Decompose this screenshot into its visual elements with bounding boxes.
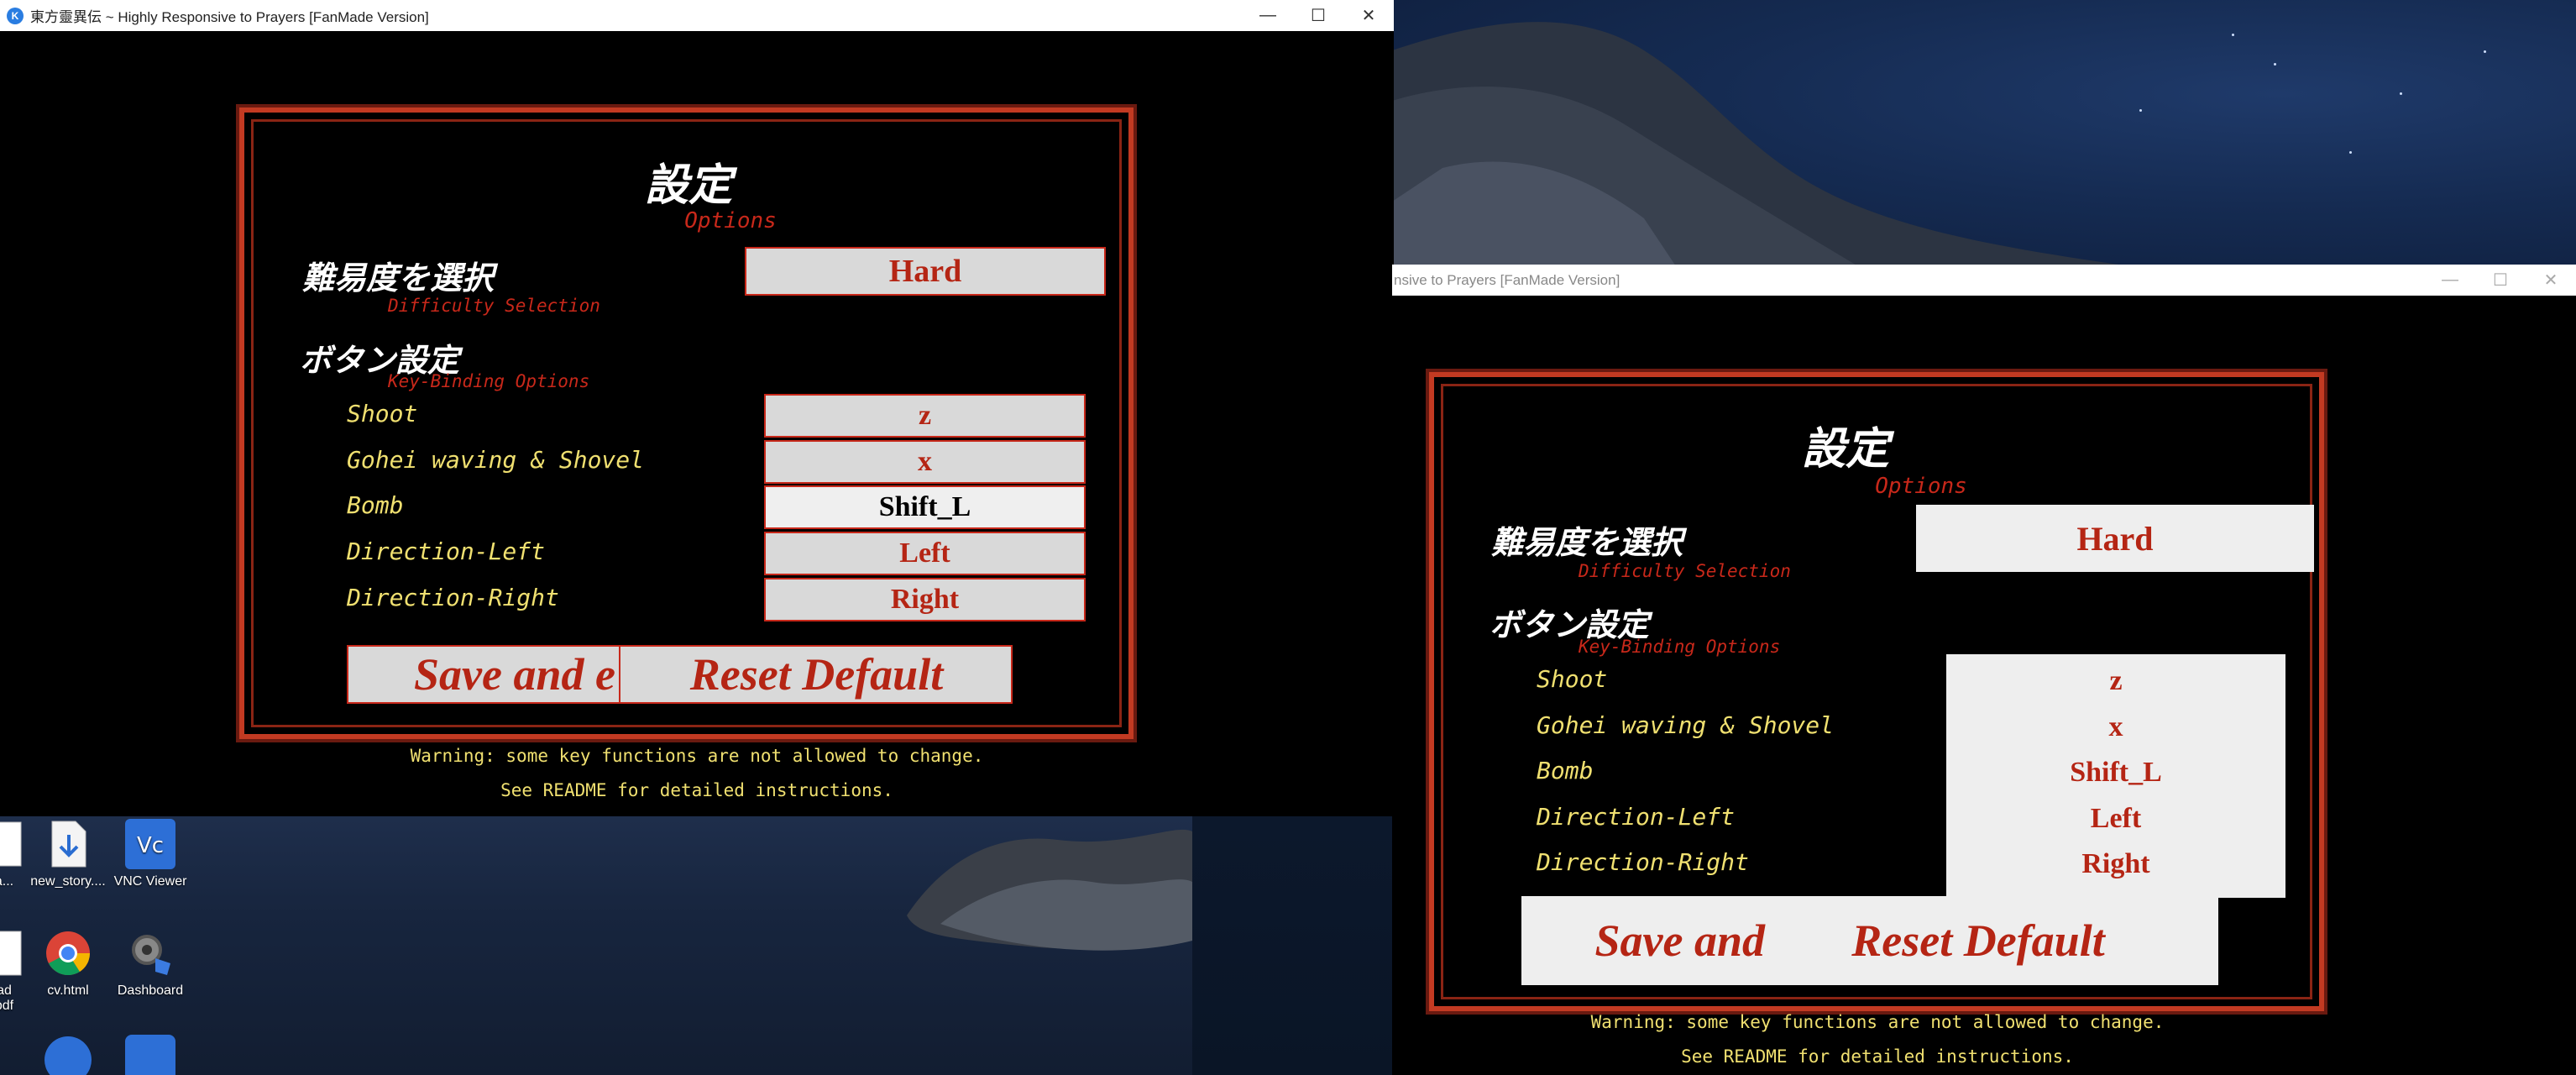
warning-text: Warning: some key functions are not allo… <box>1590 1012 2165 1032</box>
desktop-icon-label: new_story.... <box>30 874 106 889</box>
document-icon <box>0 819 29 869</box>
desktop-icon-cv-html[interactable]: cv.html <box>30 928 106 999</box>
keybind-subheading: Key-Binding Options <box>1579 637 1781 657</box>
keybind-field-gohei[interactable]: x <box>764 440 1086 484</box>
keybind-field-bomb[interactable]: Shift_L <box>1946 751 2285 794</box>
options-subtitle: Options <box>684 208 777 233</box>
keybind-field-direction-left[interactable]: Left <box>764 532 1086 575</box>
desktop-icon-vnc-viewer[interactable]: Vc VNC Viewer <box>113 819 188 889</box>
keybind-label-direction-right: Direction-Right <box>1537 848 1749 876</box>
window-titlebar[interactable]: K 東方靈異伝 ~ Highly Responsive to Prayers [… <box>0 0 1394 31</box>
keybind-field-direction-right[interactable]: Right <box>764 578 1086 621</box>
app-icon <box>43 1035 93 1075</box>
keybind-field-bomb[interactable]: Shift_L <box>764 485 1086 529</box>
pdf-icon <box>0 928 29 978</box>
save-and-exit-button[interactable]: Save and e <box>347 645 619 704</box>
game-window-2[interactable]: nsive to Prayers [FanMade Version] — ☐ ✕… <box>1392 265 2576 1075</box>
keybind-field-direction-left[interactable]: Left <box>1946 797 2285 841</box>
options-title: 設定 <box>1801 423 1889 475</box>
difficulty-subheading: Difficulty Selection <box>1579 561 1791 581</box>
file-download-icon <box>43 819 93 869</box>
close-button[interactable]: ✕ <box>1343 0 1394 31</box>
desktop-icon-dashboard[interactable]: Dashboard <box>113 928 188 999</box>
desktop-icon-new-story[interactable]: new_story.... <box>30 819 106 889</box>
desktop-icon-partial-4[interactable] <box>113 1035 188 1075</box>
desktop-icon-label: Dashboard <box>117 983 184 998</box>
keybind-subheading: Key-Binding Options <box>388 371 590 391</box>
window-titlebar[interactable]: nsive to Prayers [FanMade Version] — ☐ ✕ <box>1392 265 2576 296</box>
reset-default-button[interactable]: Reset Default <box>620 645 1013 704</box>
save-and-exit-button[interactable]: Save and <box>1521 896 1766 985</box>
options-title: 設定 <box>644 160 732 211</box>
options-subtitle: Options <box>1875 474 1967 499</box>
desktop-icon-label: cv.html <box>47 983 89 998</box>
chrome-icon <box>43 928 93 978</box>
keybind-field-gohei[interactable]: x <box>1946 705 2285 749</box>
app-icon: K <box>7 7 24 24</box>
maximize-button[interactable]: ☐ <box>1293 0 1343 31</box>
minimize-button[interactable]: — <box>1243 0 1293 31</box>
keybind-label-shoot: Shoot <box>1537 665 1608 693</box>
window-title: 東方靈異伝 ~ Highly Responsive to Prayers [Fa… <box>30 9 429 25</box>
readme-text: See README for detailed instructions. <box>1681 1046 2074 1067</box>
keybind-label-direction-right: Direction-Right <box>347 584 559 611</box>
readme-text: See README for detailed instructions. <box>500 780 893 800</box>
keybind-label-gohei: Gohei waving & Shovel <box>1537 711 1835 739</box>
keybind-label-bomb: Bomb <box>1537 757 1594 784</box>
desktop-icon-partial-3[interactable] <box>30 1035 106 1075</box>
reset-default-button[interactable]: Reset Default <box>1765 896 2191 985</box>
keybind-label-shoot: Shoot <box>347 400 418 427</box>
keybind-label-direction-left: Direction-Left <box>347 538 546 565</box>
vnc-viewer-icon: Vc <box>125 819 175 869</box>
keybind-field-direction-right[interactable]: Right <box>1946 842 2285 886</box>
game-window-1[interactable]: K 東方靈異伝 ~ Highly Responsive to Prayers [… <box>0 0 1394 816</box>
dashboard-gear-icon <box>125 928 175 978</box>
keybind-label-bomb: Bomb <box>347 491 404 519</box>
minimize-button[interactable]: — <box>2425 265 2475 296</box>
difficulty-selector[interactable]: Hard <box>745 247 1106 296</box>
difficulty-selector[interactable]: Hard <box>1916 505 2314 572</box>
desktop-icon-label: VNC Viewer <box>113 874 187 889</box>
maximize-button[interactable]: ☐ <box>2475 265 2526 296</box>
keybind-label-gohei: Gohei waving & Shovel <box>347 446 645 474</box>
warning-text: Warning: some key functions are not allo… <box>410 746 984 766</box>
difficulty-heading: 難易度を選択 <box>302 259 495 296</box>
difficulty-subheading: Difficulty Selection <box>388 296 600 316</box>
keybind-field-shoot[interactable]: z <box>764 394 1086 438</box>
keybind-field-shoot[interactable]: z <box>1946 659 2285 703</box>
close-button[interactable]: ✕ <box>2526 265 2576 296</box>
keybind-label-direction-left: Direction-Left <box>1537 803 1736 831</box>
svg-text:Vc: Vc <box>137 833 164 858</box>
difficulty-heading: 難易度を選択 <box>1491 523 1683 561</box>
wallpaper-mountain-sky <box>1392 0 2576 269</box>
app-icon <box>125 1035 175 1075</box>
window-title: nsive to Prayers [FanMade Version] <box>1394 271 1620 288</box>
